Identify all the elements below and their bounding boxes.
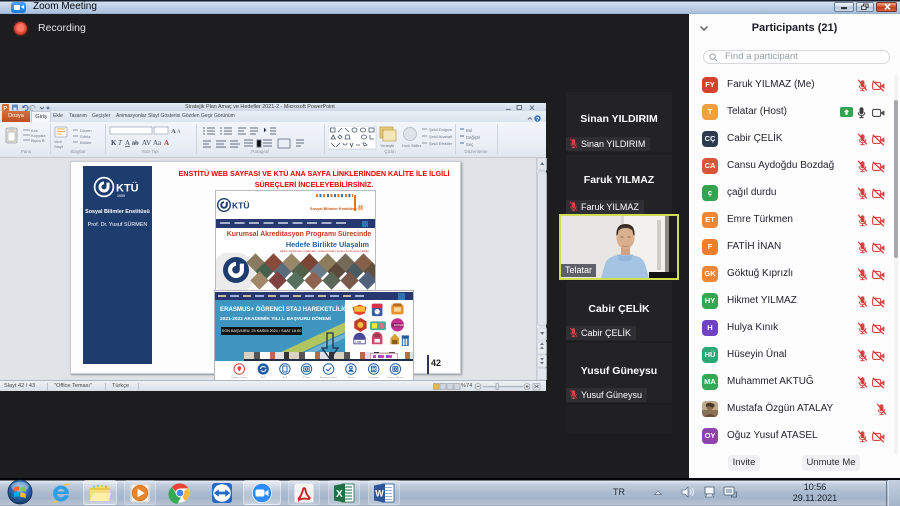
- svg-text:Sıfırla: Sıfırla: [80, 134, 91, 139]
- svg-text:Akademik Takvim: Akademik Takvim: [320, 376, 337, 379]
- svg-text:KTÜ: KTÜ: [232, 201, 249, 211]
- svg-text:Kurumsal İletişim: Kurumsal İletişim: [387, 376, 404, 379]
- svg-text:Şekil Efektleri: Şekil Efektleri: [429, 141, 452, 146]
- svg-text:A: A: [164, 139, 169, 147]
- svg-text:1955: 1955: [117, 194, 125, 198]
- svg-text:Slayt: Slayt: [54, 144, 64, 149]
- svg-text:Aa: Aa: [153, 139, 162, 147]
- svg-text:ab: ab: [132, 139, 139, 147]
- svg-text:Düzen: Düzen: [80, 128, 92, 133]
- svg-text:AYS: AYS: [261, 376, 266, 379]
- svg-text:Öğrenci: Öğrenci: [347, 376, 355, 379]
- svg-text:T: T: [118, 139, 123, 147]
- svg-text:A: A: [171, 128, 176, 135]
- svg-text:Seç: Seç: [466, 142, 473, 147]
- svg-text:K: K: [111, 139, 117, 147]
- svg-text:Biçim B.: Biçim B.: [31, 138, 46, 143]
- svg-text:Değiştir: Değiştir: [466, 135, 481, 140]
- svg-text:P: P: [3, 106, 7, 111]
- svg-text:Kampüs Yaşamı: Kampüs Yaşamı: [231, 377, 247, 379]
- svg-text:Bul: Bul: [466, 128, 472, 133]
- svg-text:BYS: BYS: [283, 377, 288, 379]
- svg-text:ERASMUS: ERASMUS: [394, 323, 407, 327]
- svg-text:Şekil Dolgusu: Şekil Dolgusu: [429, 127, 452, 132]
- svg-text:Bölüm: Bölüm: [80, 140, 92, 145]
- svg-text:KTÜ: KTÜ: [116, 182, 139, 195]
- svg-text:X: X: [336, 489, 343, 500]
- svg-text:A: A: [177, 130, 181, 135]
- svg-text:Yerleştir: Yerleştir: [380, 143, 395, 148]
- svg-text:AV: AV: [142, 139, 151, 147]
- svg-text:LYON: LYON: [355, 341, 361, 344]
- svg-text:W: W: [375, 489, 384, 499]
- svg-text:A: A: [125, 139, 130, 147]
- svg-text:Kütüphane: Kütüphane: [368, 376, 379, 379]
- svg-text:Hızlı Stiller: Hızlı Stiller: [402, 143, 422, 148]
- svg-text:Şekil Anahattı: Şekil Anahattı: [429, 134, 452, 139]
- svg-text:E-Posta: E-Posta: [303, 376, 312, 379]
